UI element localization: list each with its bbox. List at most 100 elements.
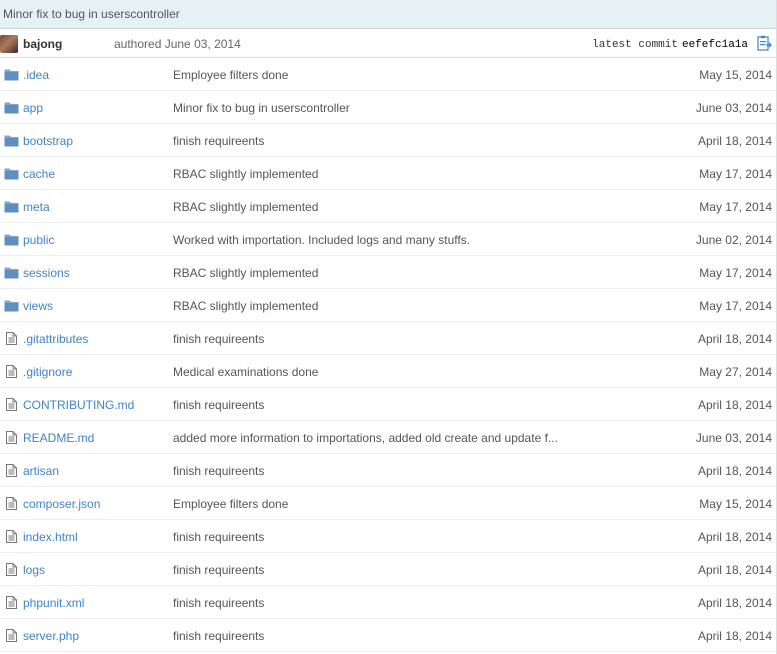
table-row[interactable]: artisan finish requireents April 18, 2014: [0, 454, 776, 487]
table-row[interactable]: index.html finish requireents April 18, 20…: [0, 520, 776, 553]
file-name-link[interactable]: server.php: [23, 629, 79, 643]
commit-date: April 18, 2014: [697, 398, 772, 412]
table-row[interactable]: phpunit.xml finish requireents April 18, 2…: [0, 586, 776, 619]
file-browser: Minor fix to bug in userscontroller bajo…: [0, 0, 777, 654]
table-row[interactable]: README.md added more information to impor…: [0, 421, 776, 454]
table-row[interactable]: .gitattributes finish requireents April 18…: [0, 322, 776, 355]
commit-title: Minor fix to bug in userscontroller: [0, 0, 776, 29]
folder-icon: [4, 266, 19, 279]
file-icon: [4, 629, 19, 642]
latest-commit-label: latest commit: [592, 39, 678, 51]
file-name-link[interactable]: README.md: [23, 431, 94, 445]
commit-date: June 02, 2014: [695, 233, 772, 247]
folder-icon: [4, 68, 19, 81]
commit-message-link[interactable]: RBAC slightly implemented: [173, 200, 318, 214]
file-name-link[interactable]: CONTRIBUTING.md: [23, 398, 134, 412]
file-icon: [4, 398, 19, 411]
commit-date: May 17, 2014: [699, 167, 772, 181]
file-name-link[interactable]: app: [23, 101, 43, 115]
folder-icon: [4, 299, 19, 312]
table-row[interactable]: sessions RBAC slightly implemented May 17,…: [0, 256, 776, 289]
file-icon: [4, 530, 19, 543]
file-icon: [4, 365, 19, 378]
commit-message-link[interactable]: added more information to importations, …: [173, 431, 558, 445]
folder-icon: [4, 167, 19, 180]
commit-message-link[interactable]: finish requireents: [173, 134, 264, 148]
commit-date: April 18, 2014: [697, 563, 772, 577]
commit-date: May 15, 2014: [699, 68, 772, 82]
commit-date: June 03, 2014: [695, 431, 772, 445]
commit-message-link[interactable]: finish requireents: [173, 629, 264, 643]
table-row[interactable]: cache RBAC slightly implemented May 17, 20…: [0, 157, 776, 190]
commit-message-link[interactable]: finish requireents: [173, 464, 264, 478]
file-icon: [4, 464, 19, 477]
commit-message-link[interactable]: Employee filters done: [173, 497, 288, 511]
file-name-link[interactable]: sessions: [23, 266, 70, 280]
commit-date: May 17, 2014: [699, 266, 772, 280]
file-name-link[interactable]: .idea: [23, 68, 49, 82]
file-icon: [4, 497, 19, 510]
commit-authored-date: authored June 03, 2014: [114, 37, 241, 51]
table-row[interactable]: app Minor fix to bug in userscontroller Ju…: [0, 91, 776, 124]
file-name-link[interactable]: artisan: [23, 464, 59, 478]
file-name-link[interactable]: public: [23, 233, 54, 247]
table-row[interactable]: views RBAC slightly implemented May 17, 20…: [0, 289, 776, 322]
file-list: .idea Employee filters done May 15, 2014 ap…: [0, 58, 776, 652]
table-row[interactable]: .gitignore Medical examinations done May 2…: [0, 355, 776, 388]
avatar[interactable]: [0, 35, 18, 53]
file-name-link[interactable]: .gitattributes: [23, 332, 88, 346]
folder-icon: [4, 134, 19, 147]
commit-date: June 03, 2014: [695, 101, 772, 115]
commit-message-link[interactable]: RBAC slightly implemented: [173, 266, 318, 280]
folder-icon: [4, 101, 19, 114]
file-name-link[interactable]: cache: [23, 167, 55, 181]
commit-message-link[interactable]: Worked with importation. Included logs a…: [173, 233, 470, 247]
table-row[interactable]: .idea Employee filters done May 15, 2014: [0, 58, 776, 91]
commit-message-link[interactable]: finish requireents: [173, 530, 264, 544]
file-name-link[interactable]: .gitignore: [23, 365, 72, 379]
file-icon: [4, 563, 19, 576]
table-row[interactable]: server.php finish requireents April 18, 20…: [0, 619, 776, 652]
commit-date: April 18, 2014: [697, 464, 772, 478]
commit-date: May 15, 2014: [699, 497, 772, 511]
file-name-link[interactable]: composer.json: [23, 497, 100, 511]
table-row[interactable]: public Worked with importation. Included …: [0, 223, 776, 256]
commit-message-link[interactable]: Employee filters done: [173, 68, 288, 82]
file-name-link[interactable]: views: [23, 299, 53, 313]
table-row[interactable]: bootstrap finish requireents April 18, 201…: [0, 124, 776, 157]
commit-message-link[interactable]: RBAC slightly implemented: [173, 299, 318, 313]
commit-message-link[interactable]: finish requireents: [173, 563, 264, 577]
commit-date: April 18, 2014: [697, 629, 772, 643]
file-icon: [4, 431, 19, 444]
commit-sha[interactable]: eefefc1a1a: [682, 39, 748, 51]
folder-icon: [4, 200, 19, 213]
table-row[interactable]: CONTRIBUTING.md finish requireents April 1…: [0, 388, 776, 421]
file-icon: [4, 596, 19, 609]
commit-message-link[interactable]: Minor fix to bug in userscontroller: [173, 101, 350, 115]
commit-message-link[interactable]: finish requireents: [173, 332, 264, 346]
file-icon: [4, 332, 19, 345]
commit-date: April 18, 2014: [697, 530, 772, 544]
latest-commit: latest commit eefefc1a1a: [592, 39, 748, 51]
file-name-link[interactable]: phpunit.xml: [23, 596, 84, 610]
clipboard-icon[interactable]: [757, 35, 772, 51]
commit-date: May 27, 2014: [699, 365, 772, 379]
commit-date: April 18, 2014: [697, 332, 772, 346]
file-name-link[interactable]: index.html: [23, 530, 78, 544]
commit-message-link[interactable]: finish requireents: [173, 596, 264, 610]
commit-message-link[interactable]: finish requireents: [173, 398, 264, 412]
commit-author[interactable]: bajong: [23, 37, 62, 51]
table-row[interactable]: composer.json Employee filters done May 15…: [0, 487, 776, 520]
file-name-link[interactable]: logs: [23, 563, 45, 577]
table-row[interactable]: logs finish requireents April 18, 2014: [0, 553, 776, 586]
commit-meta: bajong authored June 03, 2014 latest com…: [0, 29, 776, 58]
commit-date: May 17, 2014: [699, 299, 772, 313]
commit-date: April 18, 2014: [697, 596, 772, 610]
commit-message-link[interactable]: RBAC slightly implemented: [173, 167, 318, 181]
file-name-link[interactable]: meta: [23, 200, 50, 214]
folder-icon: [4, 233, 19, 246]
commit-message-link[interactable]: Medical examinations done: [173, 365, 318, 379]
table-row[interactable]: meta RBAC slightly implemented May 17, 201…: [0, 190, 776, 223]
file-name-link[interactable]: bootstrap: [23, 134, 73, 148]
commit-date: April 18, 2014: [697, 134, 772, 148]
